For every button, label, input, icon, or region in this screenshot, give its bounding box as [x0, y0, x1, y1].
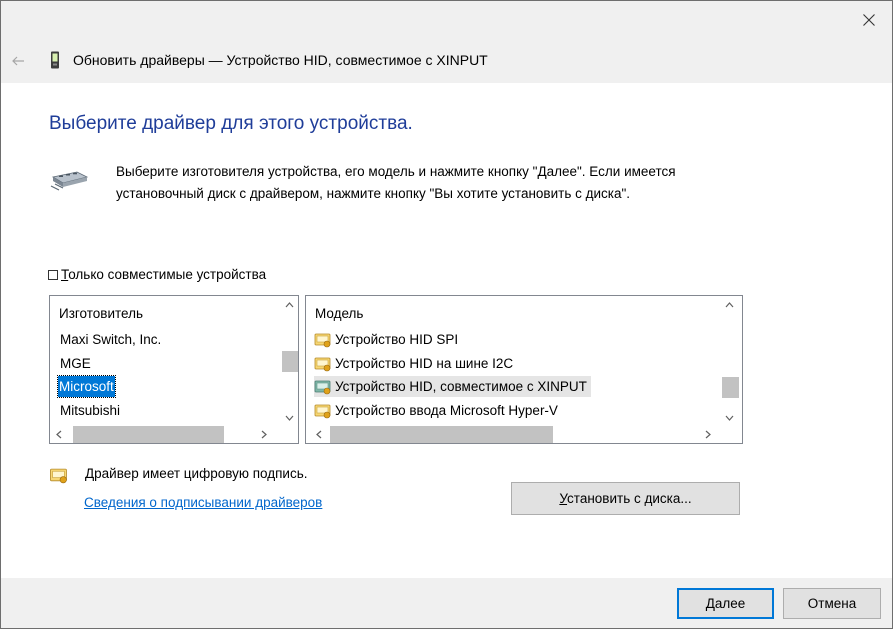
signed-driver-icon	[50, 468, 67, 484]
scroll-corner	[725, 426, 742, 443]
list-item[interactable]: MGE	[59, 353, 92, 374]
compatible-only-checkbox-row[interactable]: Только совместимые устройства	[48, 267, 266, 282]
model-label: Устройство ввода Microsoft Hyper-V	[335, 403, 558, 418]
scroll-up-icon[interactable]	[721, 296, 738, 313]
compatible-only-checkbox[interactable]	[48, 269, 58, 280]
scroll-left-icon[interactable]	[310, 426, 327, 443]
page-heading: Выберите драйвер для этого устройства.	[49, 113, 413, 134]
scroll-right-icon[interactable]	[699, 426, 716, 443]
manufacturer-hscrollbar[interactable]	[50, 426, 281, 443]
arrow-left-icon	[12, 56, 24, 66]
model-list[interactable]: Модель Устройство HID SPI Устройство HID…	[305, 295, 743, 444]
signature-status: Драйвер имеет цифровую подпись.	[85, 466, 308, 481]
have-disk-label: Установить с диска...	[559, 491, 692, 506]
scroll-down-icon[interactable]	[281, 409, 298, 426]
driver-signing-link[interactable]: Сведения о подписывании драйверов	[84, 495, 322, 510]
scroll-left-icon[interactable]	[50, 426, 67, 443]
compatible-only-label: Только совместимые устройства	[61, 267, 267, 282]
window-title: Обновить драйверы — Устройство HID, совм…	[73, 52, 488, 68]
manufacturer-list[interactable]: Изготовитель Maxi Switch, Inc. MGE Micro…	[49, 295, 299, 444]
list-item-selected[interactable]: Устройство HID, совместимое с XINPUT	[314, 376, 591, 397]
signed-driver-icon	[314, 380, 331, 394]
wizard-header: Обновить драйверы — Устройство HID, совм…	[1, 39, 892, 83]
scroll-corner	[281, 426, 298, 443]
signed-driver-icon	[314, 404, 331, 418]
cancel-button[interactable]: Отмена	[783, 588, 881, 619]
list-item[interactable]: Устройство HID SPI	[314, 329, 462, 350]
signed-driver-icon	[314, 357, 331, 371]
title-bar	[1, 1, 892, 39]
manufacturer-vscrollbar[interactable]	[281, 296, 298, 426]
scroll-thumb[interactable]	[282, 351, 298, 372]
model-label: Устройство HID на шине I2C	[335, 356, 514, 371]
back-button[interactable]	[1, 39, 35, 83]
signed-driver-icon	[314, 333, 331, 347]
have-disk-button[interactable]: Установить с диска...	[511, 482, 740, 515]
scroll-right-icon[interactable]	[255, 426, 272, 443]
list-item[interactable]: Mitsubishi	[59, 400, 121, 421]
description-line-1: Выберите изготовителя устройства, его мо…	[116, 164, 676, 179]
list-item-selected[interactable]: Microsoft	[57, 375, 116, 398]
list-item[interactable]: Maxi Switch, Inc.	[59, 329, 162, 350]
model-vscrollbar[interactable]	[721, 296, 739, 426]
close-button[interactable]	[846, 1, 892, 39]
scroll-up-icon[interactable]	[281, 296, 298, 313]
description: Выберите изготовителя устройства, его мо…	[116, 161, 756, 205]
scroll-thumb[interactable]	[330, 426, 553, 443]
model-hscrollbar[interactable]	[306, 426, 721, 443]
model-label: Устройство HID, совместимое с XINPUT	[335, 379, 587, 394]
close-icon	[863, 14, 875, 26]
scroll-thumb[interactable]	[73, 426, 224, 443]
scroll-thumb[interactable]	[722, 377, 739, 398]
next-button[interactable]: Далее	[677, 588, 774, 619]
device-icon	[51, 51, 59, 69]
manufacturer-header: Изготовитель	[59, 306, 143, 321]
model-header: Модель	[315, 306, 364, 321]
model-label: Устройство HID SPI	[335, 332, 459, 347]
list-item[interactable]: Устройство HID на шине I2C	[314, 353, 517, 374]
list-item[interactable]: Устройство ввода Microsoft Hyper-V	[314, 400, 562, 421]
hardware-install-icon	[50, 171, 89, 191]
description-line-2: установочный диск с драйвером, нажмите к…	[116, 186, 631, 201]
scroll-down-icon[interactable]	[721, 409, 738, 426]
